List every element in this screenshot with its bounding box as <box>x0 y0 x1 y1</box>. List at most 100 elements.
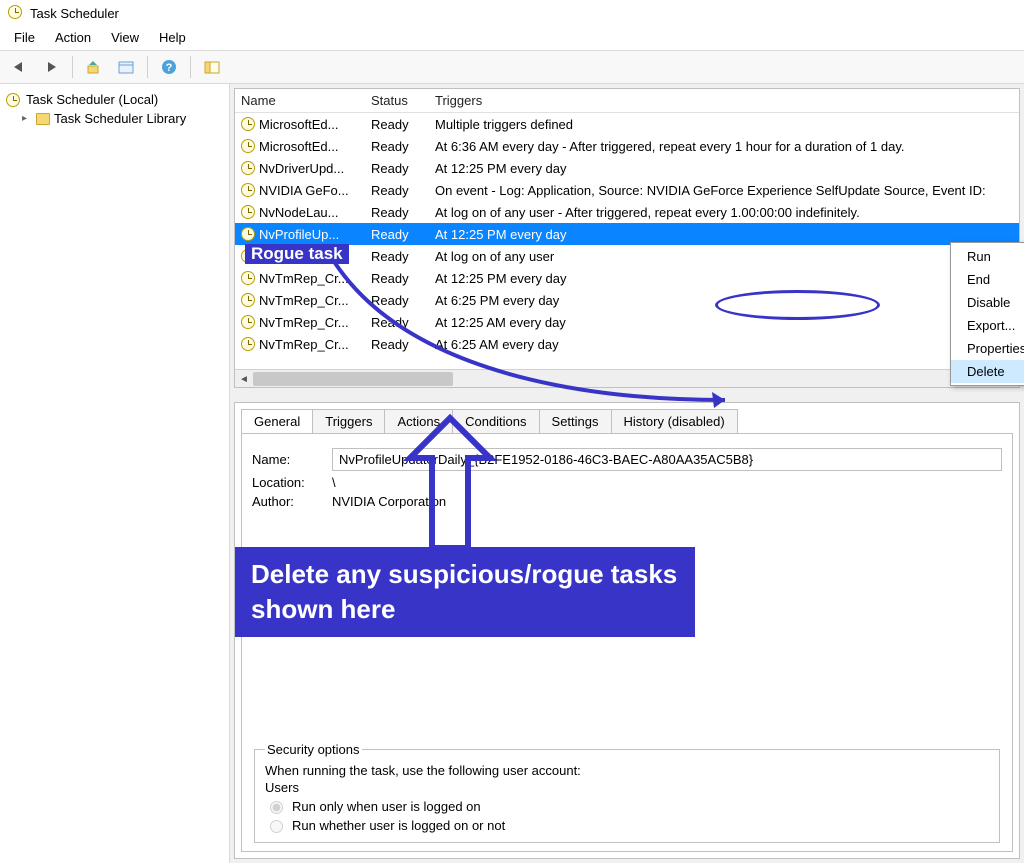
task-name: NvTmRep_Cr... <box>259 315 349 330</box>
task-status: Ready <box>371 205 435 220</box>
tree-library-label: Task Scheduler Library <box>54 111 186 126</box>
clock-icon <box>241 205 255 219</box>
radio-whether-logged[interactable] <box>270 820 283 833</box>
toolbar: ? <box>0 50 1024 84</box>
clock-icon <box>241 315 255 329</box>
folder-icon <box>36 113 50 125</box>
menu-action[interactable]: Action <box>47 28 99 48</box>
task-trigger: On event - Log: Application, Source: NVI… <box>435 183 1013 198</box>
name-field[interactable] <box>332 448 1002 471</box>
location-label: Location: <box>252 475 322 490</box>
radio-logged-on[interactable] <box>270 801 283 814</box>
task-row[interactable]: NvTmRep_Cr... ReadyAt 6:25 AM every day <box>235 333 1019 355</box>
task-status: Ready <box>371 293 435 308</box>
tab-conditions[interactable]: Conditions <box>452 409 539 433</box>
task-status: Ready <box>371 139 435 154</box>
author-value: NVIDIA Corporation <box>332 494 446 509</box>
security-legend: Security options <box>265 742 362 757</box>
up-button[interactable] <box>81 54 107 80</box>
menu-view[interactable]: View <box>103 28 147 48</box>
task-trigger: At 6:25 AM every day <box>435 337 1013 352</box>
task-row[interactable]: NVIDIA GeFo... ReadyOn event - Log: Appli… <box>235 179 1019 201</box>
task-name: NvTmRep_Cr... <box>259 337 349 352</box>
task-status: Ready <box>371 315 435 330</box>
task-trigger: At 6:36 AM every day - After triggered, … <box>435 139 1013 154</box>
task-row[interactable]: NvTmRep_Cr...ReadyAt 12:25 PM every day <box>235 267 1019 289</box>
radio-whether-logged-label: Run whether user is logged on or not <box>292 818 505 833</box>
toolbar-separator <box>147 56 148 78</box>
ctx-export[interactable]: Export... <box>951 314 1024 337</box>
app-icon <box>8 5 24 22</box>
help-button[interactable]: ? <box>156 54 182 80</box>
sidebar-tree[interactable]: Task Scheduler (Local) ▸ Task Scheduler … <box>0 84 230 863</box>
name-label: Name: <box>252 452 322 467</box>
task-status: Ready <box>371 183 435 198</box>
scroll-left-icon[interactable]: ◄ <box>235 370 253 388</box>
task-trigger: At 6:25 PM every day <box>435 293 1013 308</box>
tree-root[interactable]: Task Scheduler (Local) <box>4 90 225 109</box>
task-status: Ready <box>371 249 435 264</box>
task-row[interactable]: NvProfileUp...ReadyAt 12:25 PM every day <box>235 223 1019 245</box>
task-name: NvDriverUpd... <box>259 161 344 176</box>
titlebar: Task Scheduler <box>0 0 1024 26</box>
tab-body-general: Name: Location: \ Author: NVIDIA Corpora… <box>241 433 1013 852</box>
horizontal-scrollbar[interactable]: ◄ ► <box>235 369 1019 387</box>
context-menu: Run End Disable Export... Properties Del… <box>950 242 1024 386</box>
task-status: Ready <box>371 337 435 352</box>
scroll-thumb[interactable] <box>253 372 453 386</box>
tab-history[interactable]: History (disabled) <box>611 409 738 433</box>
ctx-run[interactable]: Run <box>951 245 1024 268</box>
menubar: File Action View Help <box>0 26 1024 50</box>
task-row[interactable]: NvNodeLau...ReadyAt log on of any user -… <box>235 201 1019 223</box>
toolbar-separator <box>72 56 73 78</box>
menu-help[interactable]: Help <box>151 28 194 48</box>
task-name: MicrosoftEd... <box>259 139 338 154</box>
task-row[interactable]: MicrosoftEd...ReadyMultiple triggers def… <box>235 113 1019 135</box>
menu-file[interactable]: File <box>6 28 43 48</box>
task-list-body[interactable]: MicrosoftEd...ReadyMultiple triggers def… <box>235 113 1019 369</box>
ctx-disable[interactable]: Disable <box>951 291 1024 314</box>
col-name[interactable]: Name <box>241 93 371 108</box>
annotation-rogue-label: Rogue task <box>245 244 349 264</box>
task-status: Ready <box>371 227 435 242</box>
author-label: Author: <box>252 494 322 509</box>
tree-library[interactable]: ▸ Task Scheduler Library <box>4 109 225 128</box>
clock-icon <box>241 227 255 241</box>
security-account: Users <box>265 780 989 795</box>
window-title: Task Scheduler <box>30 6 119 21</box>
tab-settings[interactable]: Settings <box>539 409 612 433</box>
col-triggers[interactable]: Triggers <box>435 93 1013 108</box>
task-status: Ready <box>371 117 435 132</box>
tab-triggers[interactable]: Triggers <box>312 409 385 433</box>
expander-icon[interactable]: ▸ <box>22 113 32 124</box>
task-row[interactable]: NvTmRep_Cr...ReadyAt 12:25 AM every day <box>235 311 1019 333</box>
security-desc: When running the task, use the following… <box>265 763 989 778</box>
task-row[interactable]: NvProfileUp...ReadyAt log on of any user <box>235 245 1019 267</box>
pane-button[interactable] <box>199 54 225 80</box>
tab-actions[interactable]: Actions <box>384 409 453 433</box>
clock-icon <box>241 183 255 197</box>
tab-general[interactable]: General <box>241 409 313 433</box>
svg-text:?: ? <box>166 62 173 74</box>
toolbar-separator <box>190 56 191 78</box>
ctx-properties[interactable]: Properties <box>951 337 1024 360</box>
task-trigger: At log on of any user - After triggered,… <box>435 205 1013 220</box>
task-row[interactable]: NvTmRep_Cr... ReadyAt 6:25 PM every day <box>235 289 1019 311</box>
col-status[interactable]: Status <box>371 93 435 108</box>
task-trigger: At 12:25 PM every day <box>435 161 1013 176</box>
task-name: NVIDIA GeFo... <box>259 183 349 198</box>
security-options-group: Security options When running the task, … <box>254 742 1000 843</box>
ctx-delete[interactable]: Delete <box>951 360 1024 383</box>
task-name: NvTmRep_Cr... <box>259 293 349 308</box>
task-row[interactable]: MicrosoftEd... ReadyAt 6:36 AM every day … <box>235 135 1019 157</box>
task-row[interactable]: NvDriverUpd...ReadyAt 12:25 PM every day <box>235 157 1019 179</box>
task-trigger: At log on of any user <box>435 249 1013 264</box>
back-button[interactable] <box>6 54 32 80</box>
clock-icon <box>241 139 255 153</box>
ctx-end[interactable]: End <box>951 268 1024 291</box>
forward-button[interactable] <box>38 54 64 80</box>
task-name: MicrosoftEd... <box>259 117 338 132</box>
radio-logged-on-label: Run only when user is logged on <box>292 799 481 814</box>
properties-button[interactable] <box>113 54 139 80</box>
clock-icon <box>241 117 255 131</box>
